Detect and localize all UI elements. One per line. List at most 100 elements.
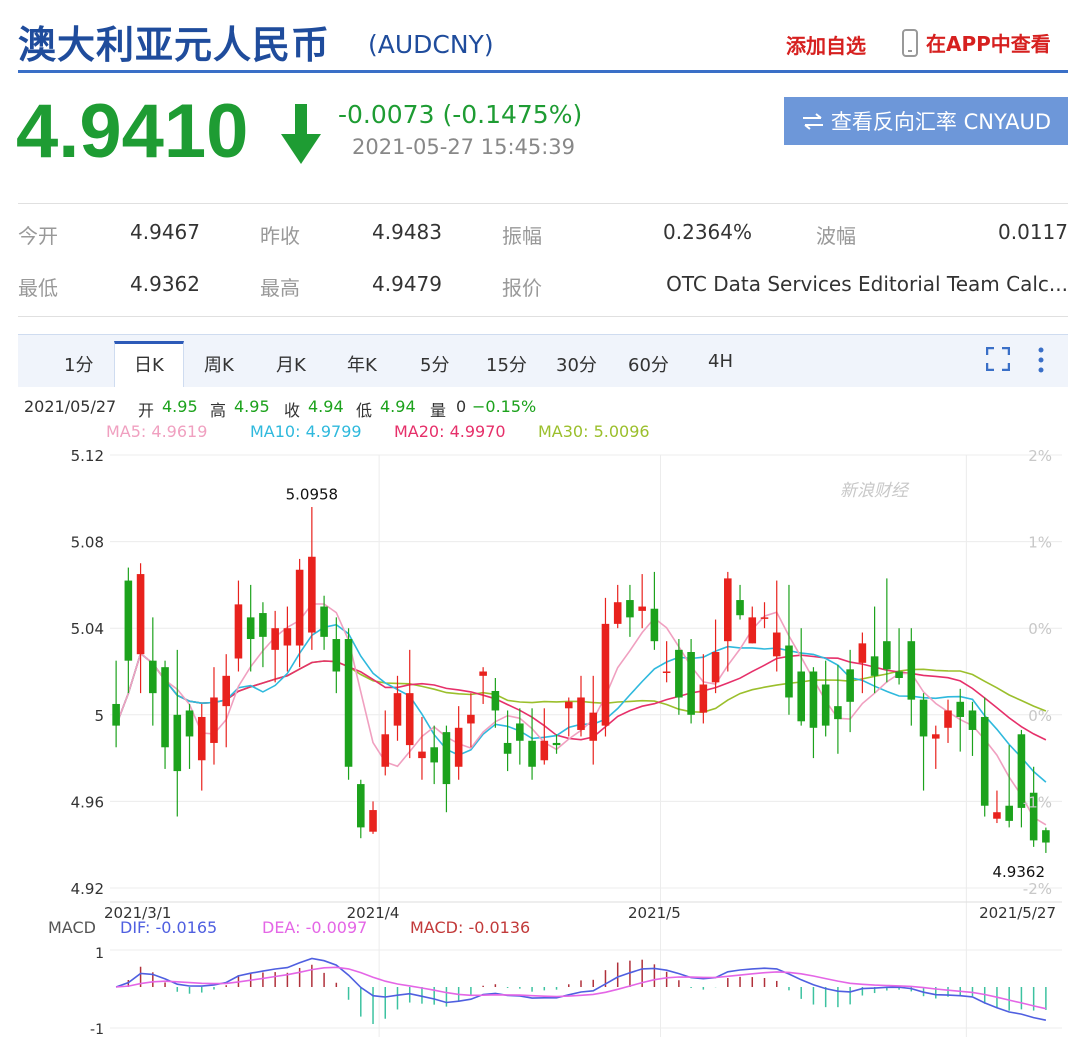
candle-body: [760, 617, 769, 619]
candle-body: [858, 643, 867, 663]
pct-tick-label: -1%: [1023, 793, 1052, 811]
candle-body: [405, 693, 414, 746]
more-options-icon[interactable]: [1036, 347, 1046, 373]
candle-body: [834, 706, 842, 720]
candle-body: [1005, 805, 1013, 821]
pct-tick-label: -2%: [1023, 880, 1052, 898]
candle-info: 2021/05/27 开 4.95 高 4.95 收 4.94 低 4.94 量…: [24, 397, 1064, 443]
info-high-label: 高: [210, 401, 227, 420]
candle-body: [846, 669, 854, 702]
tab-60min[interactable]: 60分: [628, 351, 669, 377]
y-tick-label: 5.12: [71, 447, 104, 465]
candle-body: [564, 701, 573, 709]
candle-body: [210, 697, 218, 743]
y-tick-label: 4.96: [71, 793, 104, 811]
candle-body: [467, 714, 475, 724]
pct-tick-label: 1%: [1028, 534, 1052, 552]
y-tick-label: 4.92: [71, 880, 104, 898]
min-price-label: 4.9362: [993, 863, 1046, 881]
candle-body: [222, 675, 231, 707]
swing-value: 0.0117: [998, 220, 1068, 244]
high-label: 最高: [260, 276, 300, 300]
open-label: 今开: [18, 224, 58, 248]
info-pct: −0.15%: [472, 397, 537, 416]
info-date: 2021/05/27: [24, 397, 117, 416]
info-high: 4.95: [234, 397, 270, 416]
candle-body: [136, 574, 145, 655]
tab-4h[interactable]: 4H: [708, 351, 733, 372]
info-vol-label: 量: [430, 401, 447, 420]
tab-monthly-k[interactable]: 月K: [276, 351, 306, 377]
pct-tick-label: 0%: [1028, 707, 1052, 725]
candle-body: [418, 751, 426, 759]
candle-body: [149, 660, 157, 694]
candle-body: [675, 649, 683, 698]
macd-label: MACD: [48, 918, 96, 937]
candle-body: [124, 580, 133, 661]
page-title: 澳大利亚元人民币: [18, 23, 331, 67]
x-tick-label: 2021/5/27: [979, 904, 1056, 922]
candle-body: [650, 608, 659, 642]
down-arrow-icon: [281, 104, 321, 164]
candle-body: [662, 671, 671, 673]
add-watchlist-button[interactable]: 添加自选: [786, 30, 866, 59]
candle-body: [589, 712, 598, 741]
info-open: 4.95: [162, 397, 198, 416]
tab-15min[interactable]: 15分: [486, 351, 527, 377]
pct-tick-label: 2%: [1028, 447, 1052, 465]
tab-30min[interactable]: 30分: [556, 351, 597, 377]
candle-body: [197, 716, 206, 761]
candle-body: [234, 604, 243, 659]
candle-body: [699, 684, 708, 713]
open-in-app-button[interactable]: 在APP中查看: [902, 28, 1051, 57]
fullscreen-icon[interactable]: [986, 347, 1010, 371]
candle-body: [381, 734, 390, 767]
candle-body: [687, 652, 695, 715]
pct-tick-label: 0%: [1028, 620, 1052, 638]
open-value: 4.9467: [130, 220, 200, 244]
macd-axis-label: 1: [95, 946, 104, 962]
candle-body: [1042, 830, 1050, 843]
prev-close-label: 昨收: [260, 224, 300, 248]
low-value: 4.9362: [130, 272, 200, 296]
candle-body: [895, 671, 903, 678]
candle-body: [491, 690, 500, 711]
phone-icon: [902, 28, 918, 57]
current-price: 4.9410: [16, 89, 249, 174]
ma10-value: MA10: 4.9799: [250, 422, 362, 441]
tab-1min[interactable]: 1分: [64, 351, 93, 377]
y-tick-label: 5: [94, 707, 104, 725]
candle-body: [540, 740, 549, 761]
candle-body: [748, 617, 757, 644]
ma20-value: MA20: 4.9970: [394, 422, 506, 441]
dea-value: DEA: -0.0097: [262, 918, 368, 937]
tab-weekly-k[interactable]: 周K: [204, 351, 234, 377]
candle-body: [601, 623, 610, 726]
candle-body: [112, 703, 120, 726]
dif-value: DIF: -0.0165: [120, 918, 218, 937]
candle-body: [173, 714, 182, 772]
macd-legend: MACD DIF: -0.0165 DEA: -0.0097 MACD: -0.…: [48, 918, 608, 942]
tab-yearly-k[interactable]: 年K: [347, 351, 377, 377]
candle-body: [907, 641, 916, 700]
price-change: -0.0073 (-0.1475%): [338, 100, 583, 129]
candle-body: [308, 556, 316, 633]
reverse-rate-button[interactable]: 查看反向汇率 CNYAUD: [784, 97, 1068, 145]
candle-body: [430, 747, 438, 763]
candle-body: [271, 628, 279, 650]
tab-daily-k[interactable]: 日K: [134, 351, 164, 377]
info-vol: 0: [456, 397, 467, 416]
header-divider: [18, 70, 1068, 73]
candle-body: [772, 632, 781, 657]
tab-5min[interactable]: 5分: [420, 351, 449, 377]
candle-body: [503, 742, 512, 754]
candlestick-chart[interactable]: 5.12 2% 5.08 1% 5.04 0% 5 0% 4.96 -1% 4.92 -2% 2021/…: [0, 440, 1080, 1037]
candle-body: [320, 606, 328, 637]
candle-body: [185, 710, 194, 737]
candle-body: [724, 578, 732, 642]
info-close-label: 收: [284, 401, 301, 420]
ma30-value: MA30: 5.0096: [538, 422, 650, 441]
prev-close-value: 4.9483: [372, 220, 442, 244]
candle-body: [638, 606, 646, 611]
ma5-value: MA5: 4.9619: [106, 422, 208, 441]
